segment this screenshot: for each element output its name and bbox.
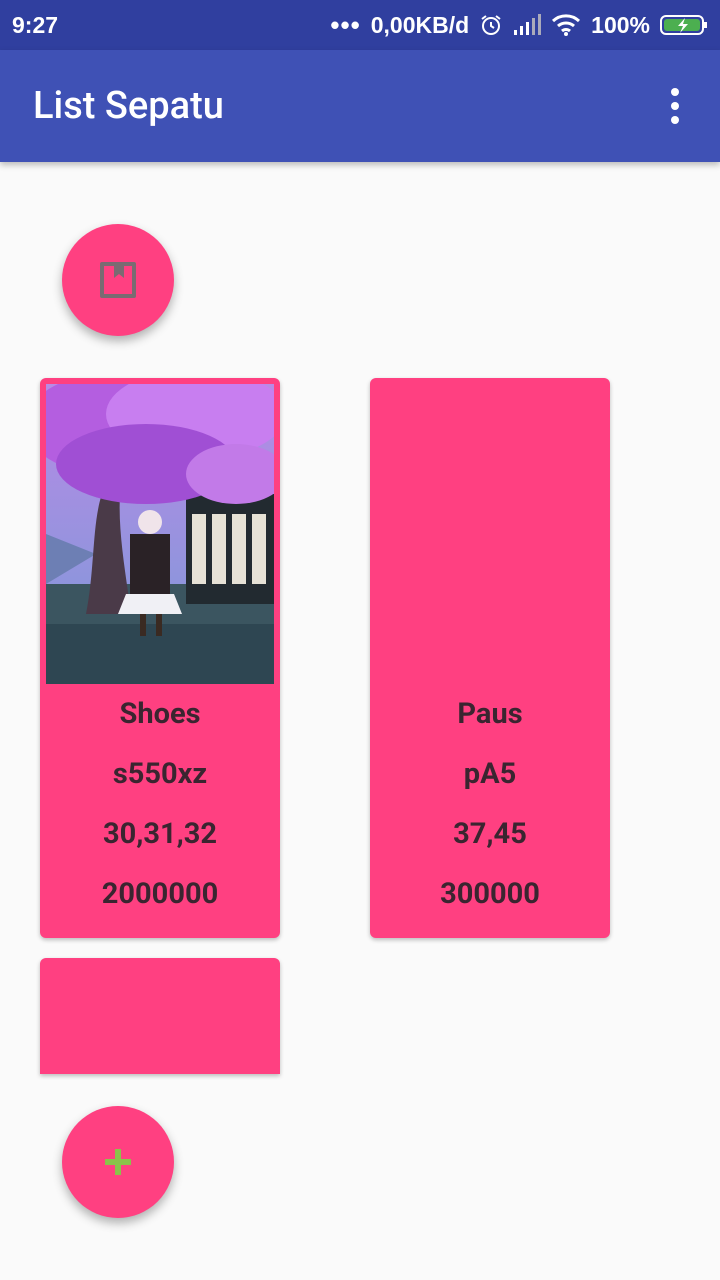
signal-icon [513,14,542,36]
shoe-code: pA5 [463,757,517,791]
shoe-price: 2000000 [101,877,219,911]
shoe-sizes: 37,45 [453,817,527,851]
status-time: 9:27 [12,11,59,38]
plus-icon [105,1149,131,1175]
add-shoe-button[interactable] [62,1106,174,1218]
shoe-card[interactable]: Shoes s550xz 30,31,32 2000000 [40,378,280,938]
app-bar: List Sepatu [0,50,720,162]
notification-dots: ••• [330,10,361,40]
shoe-price: 300000 [440,877,540,911]
status-bar: 9:27 ••• 0,00KB/d 100% [0,0,720,50]
shoe-name: Paus [457,697,523,731]
shoe-card[interactable] [40,958,280,1074]
book-fab-button[interactable] [62,224,174,336]
shoe-card[interactable]: Paus pA5 37,45 300000 [370,378,610,938]
shoe-name: Shoes [119,697,201,731]
more-vert-icon[interactable] [660,88,690,124]
book-icon [100,262,136,298]
app-title: List Sepatu [33,84,224,128]
status-indicators: ••• 0,00KB/d 100% [330,12,708,39]
network-speed: 0,00KB/d [370,11,470,38]
shoe-code: s550xz [112,757,208,791]
wifi-icon [551,13,581,37]
alarm-icon [479,13,503,37]
battery-percent: 100% [591,11,650,38]
shoe-sizes: 30,31,32 [102,817,218,851]
battery-charging-icon [660,13,708,37]
shoe-image [46,384,274,684]
